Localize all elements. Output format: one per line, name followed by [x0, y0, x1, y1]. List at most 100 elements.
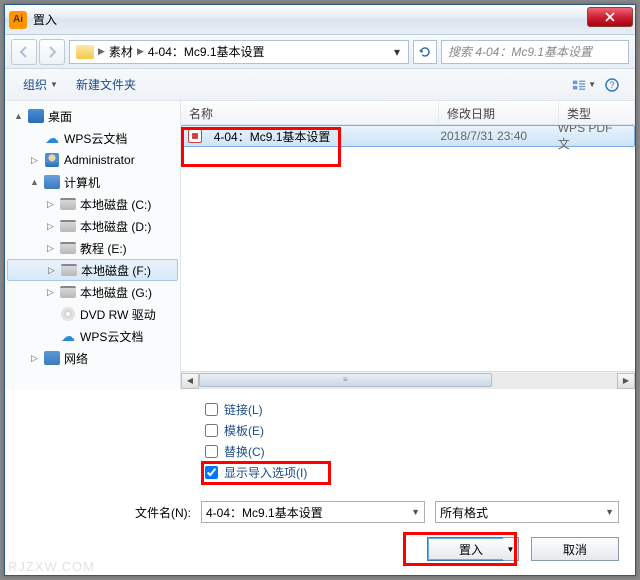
template-checkbox[interactable]: 模板(E)	[205, 422, 619, 439]
sidebar-item[interactable]: ▷ 本地磁盘 (C:)	[5, 193, 180, 215]
help-button[interactable]: ?	[599, 74, 625, 96]
nav-back-button[interactable]	[11, 39, 37, 65]
nav-arrows	[11, 39, 65, 65]
sidebar-item[interactable]: ▲ 计算机	[5, 171, 180, 193]
place-dropdown-button[interactable]: ▼	[503, 537, 519, 561]
help-icon: ?	[605, 78, 619, 92]
svg-text:?: ?	[609, 80, 614, 90]
sidebar-item[interactable]: ▷本地磁盘 (F:)	[7, 259, 178, 281]
expand-icon: ▷	[45, 199, 56, 210]
expand-icon: ▷	[29, 353, 40, 364]
path-dropdown-icon[interactable]: ▾	[388, 45, 406, 59]
close-button[interactable]	[587, 7, 633, 27]
file-row[interactable]: 4-04：Mc9.1基本设置2018/7/31 23:40WPS PDF 文	[181, 125, 635, 147]
arrow-right-icon	[45, 45, 59, 59]
body-area: ▲桌面☁WPS云文档▷Administrator▲计算机▷本地磁盘 (C:)▷本…	[5, 101, 635, 389]
close-icon	[605, 12, 615, 22]
sidebar-item[interactable]: ▷Administrator	[5, 149, 180, 171]
tree-label: WPS云文档	[64, 130, 127, 147]
tree-label: 计算机	[64, 174, 100, 191]
filename-label: 文件名(N):	[21, 504, 191, 521]
cloud-icon: ☁	[60, 329, 76, 343]
path-segment[interactable]: 4-04：Mc9.1基本设置	[144, 43, 269, 60]
show-import-options-checkbox[interactable]: 显示导入选项(I)	[205, 464, 619, 481]
drive-icon	[60, 219, 76, 233]
desktop-icon	[28, 109, 44, 123]
file-list-panel: 名称 修改日期 类型 4-04：Mc9.1基本设置2018/7/31 23:40…	[181, 101, 635, 389]
button-area: 置入 ▼ 取消	[5, 531, 635, 575]
checkbox-input[interactable]	[205, 424, 218, 437]
checkbox-input[interactable]	[205, 403, 218, 416]
sidebar-item[interactable]: ▷ 教程 (E:)	[5, 237, 180, 259]
tree-label: DVD RW 驱动	[80, 306, 156, 323]
scroll-right-button[interactable]: ▶	[617, 373, 635, 389]
dvd-icon	[60, 307, 76, 321]
replace-checkbox[interactable]: 替换(C)	[205, 443, 619, 460]
horizontal-scrollbar[interactable]: ◀ ≡ ▶	[181, 371, 635, 389]
sidebar-item[interactable]: ▷本地磁盘 (D:)	[5, 215, 180, 237]
column-type[interactable]: 类型	[559, 101, 635, 124]
sidebar-item[interactable]: ▷网络	[5, 347, 180, 369]
path-bar[interactable]: ▶ 素材 ▶ 4-04：Mc9.1基本设置 ▾	[69, 40, 409, 64]
expand-icon: ▷	[45, 221, 56, 232]
view-icon	[572, 79, 586, 91]
title-bar: Ai 置入	[5, 5, 635, 35]
column-date[interactable]: 修改日期	[439, 101, 559, 124]
expand-icon	[45, 331, 56, 342]
app-icon: Ai	[9, 11, 27, 29]
checkbox-input[interactable]	[205, 466, 218, 479]
user-icon	[44, 153, 60, 167]
path-segment[interactable]: 素材	[105, 43, 137, 60]
sidebar-item[interactable]: ☁WPS云文档	[5, 127, 180, 149]
scroll-track[interactable]: ≡	[199, 373, 617, 389]
network-icon	[44, 351, 60, 365]
expand-icon: ▲	[13, 111, 24, 122]
expand-icon: ▲	[29, 177, 40, 188]
place-button[interactable]: 置入	[427, 537, 515, 561]
list-header: 名称 修改日期 类型	[181, 101, 635, 125]
expand-icon	[45, 309, 56, 320]
toolbar: 组织 ▼ 新建文件夹 ▼ ?	[5, 69, 635, 101]
folder-icon	[76, 45, 94, 59]
drive-icon	[60, 241, 76, 255]
nav-bar: ▶ 素材 ▶ 4-04：Mc9.1基本设置 ▾ 搜索 4-04：Mc9.1基本设…	[5, 35, 635, 69]
tree-label: 本地磁盘 (C:)	[80, 196, 151, 213]
search-input[interactable]: 搜索 4-04：Mc9.1基本设置	[441, 40, 629, 64]
nav-forward-button[interactable]	[39, 39, 65, 65]
scroll-thumb[interactable]: ≡	[199, 373, 492, 387]
organize-button[interactable]: 组织 ▼	[15, 72, 66, 97]
expand-icon: ▷	[45, 243, 56, 254]
chevron-down-icon: ▼	[605, 507, 614, 517]
drive-icon	[60, 285, 76, 299]
chevron-down-icon: ▼	[588, 80, 596, 89]
link-checkbox[interactable]: 链接(L)	[205, 401, 619, 418]
view-options-button[interactable]: ▼	[571, 74, 597, 96]
sidebar-item[interactable]: DVD RW 驱动	[5, 303, 180, 325]
tree-label: 本地磁盘 (F:)	[81, 262, 151, 279]
file-type: WPS PDF 文	[550, 125, 634, 152]
checkbox-input[interactable]	[205, 445, 218, 458]
sidebar-item[interactable]: ▷本地磁盘 (G:)	[5, 281, 180, 303]
tree-label: WPS云文档	[80, 328, 143, 345]
refresh-button[interactable]	[413, 40, 437, 64]
sidebar-tree[interactable]: ▲桌面☁WPS云文档▷Administrator▲计算机▷本地磁盘 (C:)▷本…	[5, 101, 181, 389]
scroll-left-button[interactable]: ◀	[181, 373, 199, 389]
filename-combobox[interactable]: 4-04：Mc9.1基本设置 ▼	[201, 501, 425, 523]
file-type-filter[interactable]: 所有格式 ▼	[435, 501, 619, 523]
drive-icon	[60, 197, 76, 211]
new-folder-button[interactable]: 新建文件夹	[68, 72, 144, 97]
list-body[interactable]: 4-04：Mc9.1基本设置2018/7/31 23:40WPS PDF 文	[181, 125, 635, 371]
cancel-button[interactable]: 取消	[531, 537, 619, 561]
drive-icon	[61, 263, 77, 277]
file-date: 2018/7/31 23:40	[432, 129, 549, 143]
filename-area: 文件名(N): 4-04：Mc9.1基本设置 ▼ 所有格式 ▼	[5, 493, 635, 531]
path-separator-icon: ▶	[137, 46, 144, 57]
tree-label: 本地磁盘 (G:)	[80, 284, 152, 301]
column-name[interactable]: 名称	[181, 101, 439, 124]
window-title: 置入	[33, 11, 57, 28]
options-area: 链接(L) 模板(E) 替换(C) 显示导入选项(I)	[5, 389, 635, 493]
tree-label: 教程 (E:)	[80, 240, 127, 257]
sidebar-item[interactable]: ▲桌面	[5, 105, 180, 127]
sidebar-item[interactable]: ☁ WPS云文档	[5, 325, 180, 347]
chevron-down-icon: ▼	[50, 80, 58, 89]
